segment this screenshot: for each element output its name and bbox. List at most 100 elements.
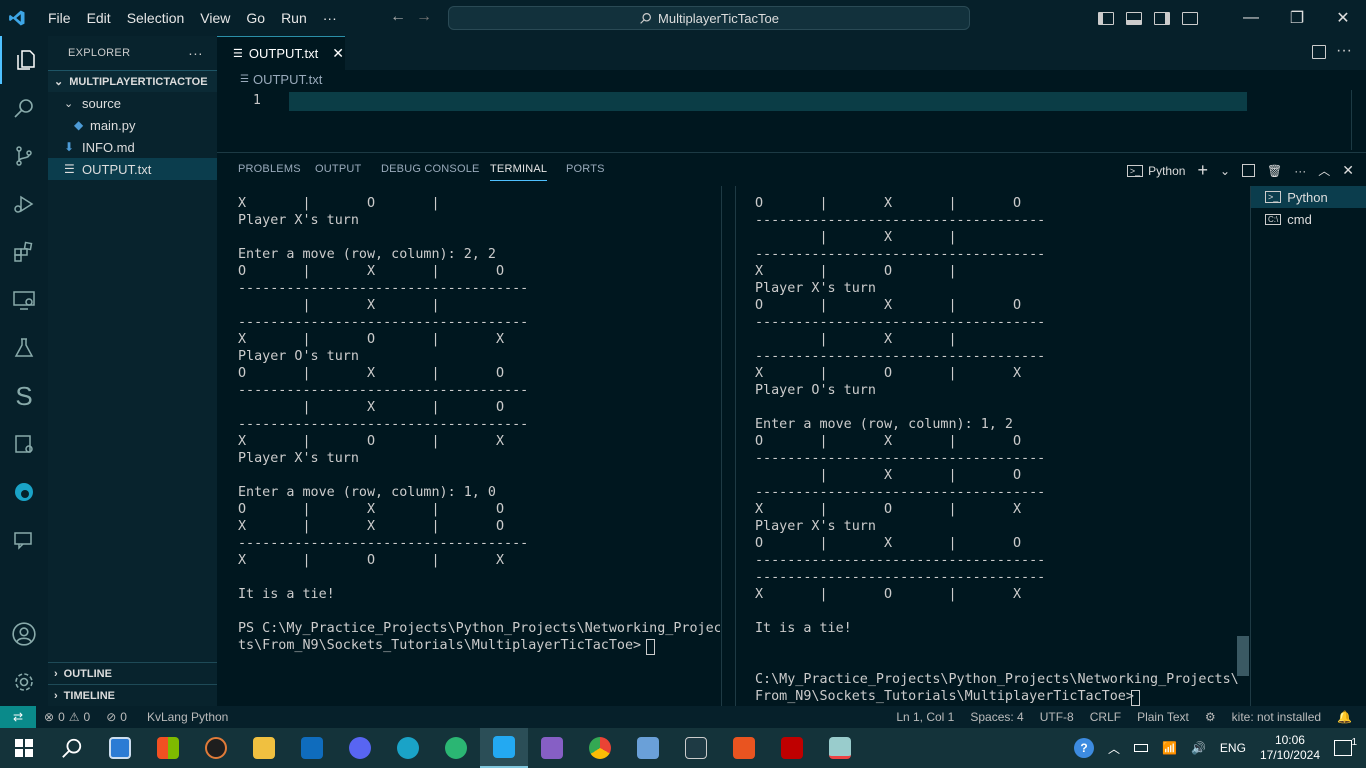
remote-explorer-icon[interactable]: [0, 276, 48, 324]
restore-button[interactable]: ❐: [1274, 8, 1320, 28]
tree-file-main-py[interactable]: ◆ main.py: [48, 114, 217, 136]
help-icon[interactable]: ?: [1074, 738, 1094, 758]
menu-selection[interactable]: Selection: [119, 0, 193, 36]
editor-scrollbar[interactable]: [1351, 90, 1361, 150]
outline-section[interactable]: › OUTLINE: [48, 662, 217, 684]
source-control-icon[interactable]: [0, 132, 48, 180]
windows-start-icon[interactable]: [0, 728, 48, 768]
terminal-pane-left[interactable]: X | O | Player X's turn Enter a move (ro…: [238, 195, 720, 703]
toggle-panel-icon[interactable]: [1126, 11, 1142, 25]
outlook-icon[interactable]: [288, 728, 336, 768]
manage-gear-icon[interactable]: [0, 658, 48, 706]
accounts-icon[interactable]: [0, 610, 48, 658]
s-extension-icon[interactable]: S: [0, 372, 48, 420]
container-icon[interactable]: [0, 420, 48, 468]
virtualbox-icon[interactable]: [624, 728, 672, 768]
menu-run[interactable]: Run: [273, 0, 315, 36]
taskbar-search-icon[interactable]: [48, 728, 96, 768]
cursor-position[interactable]: Ln 1, Col 1: [896, 710, 954, 724]
line-ending[interactable]: CRLF: [1090, 710, 1121, 724]
notifications-bell-icon[interactable]: 🔔: [1337, 710, 1352, 724]
menu-view[interactable]: View: [192, 0, 238, 36]
tab-output-txt[interactable]: ☰ OUTPUT.txt ✕: [217, 36, 345, 70]
toggle-secondary-sidebar-icon[interactable]: [1154, 11, 1170, 25]
close-panel-icon[interactable]: ✕: [1342, 162, 1354, 179]
tab-debug-console[interactable]: DEBUG CONSOLE: [381, 163, 480, 175]
terminal-profile[interactable]: >_ Python: [1126, 164, 1185, 178]
terminal-item-python[interactable]: >_ Python: [1251, 186, 1366, 208]
back-arrow-icon[interactable]: ←: [390, 8, 406, 26]
task-view-icon[interactable]: [96, 728, 144, 768]
encoding[interactable]: UTF-8: [1040, 710, 1074, 724]
close-tab-icon[interactable]: ✕: [332, 45, 344, 62]
clock[interactable]: 10:06 17/10/2024: [1260, 733, 1320, 763]
chevron-down-icon[interactable]: ⌄: [1220, 164, 1230, 178]
customize-layout-icon[interactable]: [1182, 11, 1198, 25]
ubuntu-icon[interactable]: [720, 728, 768, 768]
tab-ports[interactable]: PORTS: [566, 163, 605, 175]
terminal-scrollbar[interactable]: [1237, 636, 1249, 676]
tree-file-output-txt[interactable]: ☰ OUTPUT.txt: [48, 158, 217, 180]
workspace-root[interactable]: ⌄ MULTIPLAYERTICTACTOE: [48, 70, 217, 92]
battery-icon[interactable]: [1134, 744, 1149, 752]
tab-problems[interactable]: PROBLEMS: [238, 163, 301, 175]
wifi-icon[interactable]: 📶: [1162, 741, 1177, 755]
kite-status[interactable]: kite: not installed: [1232, 710, 1321, 724]
volume-icon[interactable]: 🔊: [1191, 741, 1206, 755]
menu-more[interactable]: ···: [315, 0, 345, 36]
discord-icon[interactable]: [336, 728, 384, 768]
show-hidden-icons-icon[interactable]: ︿: [1108, 740, 1120, 757]
run-debug-icon[interactable]: [0, 180, 48, 228]
edge-dev-icon[interactable]: [432, 728, 480, 768]
edge-browser-icon[interactable]: [384, 728, 432, 768]
trash-icon[interactable]: 🗑: [1267, 164, 1282, 178]
toggle-primary-sidebar-icon[interactable]: [1098, 11, 1114, 25]
language-mode[interactable]: Plain Text: [1137, 710, 1189, 724]
store-icon[interactable]: [144, 728, 192, 768]
pane-divider[interactable]: [735, 186, 736, 706]
comments-icon[interactable]: [0, 516, 48, 564]
explorer-more-button[interactable]: ···: [188, 45, 203, 61]
indentation[interactable]: Spaces: 4: [970, 710, 1023, 724]
editor-area[interactable]: 1: [217, 90, 1366, 150]
maximize-panel-icon[interactable]: ︿: [1318, 162, 1330, 179]
terminal-item-cmd[interactable]: C:\ cmd: [1251, 208, 1366, 230]
kvlang-indicator[interactable]: KvLang Python: [147, 710, 228, 724]
explorer-icon[interactable]: [0, 36, 48, 84]
action-center-icon[interactable]: 1: [1334, 737, 1357, 756]
testing-flask-icon[interactable]: [0, 324, 48, 372]
file-explorer-icon[interactable]: [240, 728, 288, 768]
tree-file-info-md[interactable]: ⬇ INFO.md: [48, 136, 217, 158]
tab-output[interactable]: OUTPUT: [315, 163, 361, 175]
visual-studio-icon[interactable]: [528, 728, 576, 768]
tree-folder-source[interactable]: ⌄ source: [48, 92, 217, 114]
new-terminal-plus-icon[interactable]: +: [1197, 160, 1208, 181]
vscode-taskbar-icon[interactable]: [480, 728, 528, 768]
split-editor-icon[interactable]: [1312, 45, 1326, 59]
split-terminal-icon[interactable]: [1242, 164, 1256, 177]
task-manager-icon[interactable]: [816, 728, 864, 768]
panel-more-icon[interactable]: ···: [1294, 164, 1306, 178]
remote-indicator[interactable]: ⇄: [0, 706, 36, 728]
forward-arrow-icon[interactable]: →: [416, 8, 432, 26]
menu-edit[interactable]: Edit: [79, 0, 119, 36]
filezilla-icon[interactable]: [768, 728, 816, 768]
edge-icon[interactable]: [0, 468, 48, 516]
media-player-icon[interactable]: [192, 728, 240, 768]
minimize-button[interactable]: —: [1228, 9, 1274, 27]
editor-more-icon[interactable]: ···: [1336, 42, 1352, 60]
pane-divider[interactable]: [721, 186, 722, 706]
tab-terminal[interactable]: TERMINAL: [490, 163, 548, 181]
extensions-icon[interactable]: [0, 228, 48, 276]
terminal-pane-right[interactable]: O | X | O ------------------------------…: [755, 195, 1245, 705]
input-language[interactable]: ENG: [1220, 741, 1246, 755]
breadcrumb[interactable]: ☰ OUTPUT.txt: [240, 72, 322, 87]
problems-indicator[interactable]: ⊗ 0 ⚠ 0: [44, 710, 90, 724]
menu-go[interactable]: Go: [238, 0, 273, 36]
ports-indicator[interactable]: ⊘ 0: [106, 710, 127, 724]
chrome-icon[interactable]: [576, 728, 624, 768]
command-center-search[interactable]: MultiplayerTicTacToe: [448, 6, 970, 30]
router-app-icon[interactable]: [672, 728, 720, 768]
close-window-button[interactable]: ✕: [1320, 8, 1366, 28]
menu-file[interactable]: File: [40, 0, 79, 36]
